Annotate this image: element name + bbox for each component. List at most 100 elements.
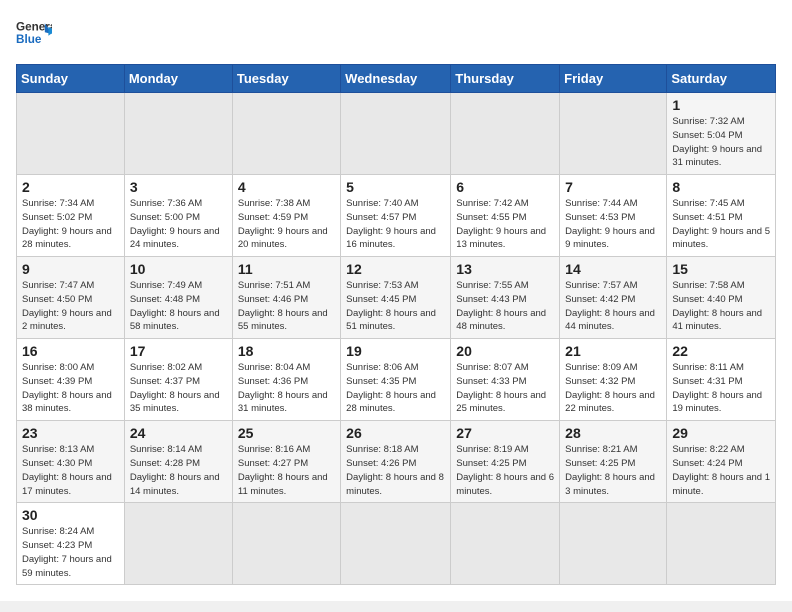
day-info: Sunrise: 8:00 AM Sunset: 4:39 PM Dayligh… [22,361,119,416]
day-info: Sunrise: 7:45 AM Sunset: 4:51 PM Dayligh… [672,197,770,252]
day-info: Sunrise: 8:06 AM Sunset: 4:35 PM Dayligh… [346,361,445,416]
day-info: Sunrise: 8:24 AM Sunset: 4:23 PM Dayligh… [22,525,119,580]
day-number: 14 [565,261,661,277]
day-number: 5 [346,179,445,195]
calendar-cell: 26 Sunrise: 8:18 AM Sunset: 4:26 PM Dayli… [341,421,451,503]
day-info: Sunrise: 7:47 AM Sunset: 4:50 PM Dayligh… [22,279,119,334]
day-info: Sunrise: 8:21 AM Sunset: 4:25 PM Dayligh… [565,443,661,498]
calendar-cell: 4 Sunrise: 7:38 AM Sunset: 4:59 PM Daylig… [232,175,340,257]
day-number: 9 [22,261,119,277]
day-number: 7 [565,179,661,195]
day-number: 12 [346,261,445,277]
day-number: 17 [130,343,227,359]
day-number: 18 [238,343,335,359]
day-number: 24 [130,425,227,441]
calendar-table: SundayMondayTuesdayWednesdayThursdayFrid… [16,64,776,585]
calendar-cell: 2Sunrise: 7:34 AM Sunset: 5:02 PM Daylig… [17,175,125,257]
weekday-header-wednesday: Wednesday [341,65,451,93]
day-number: 4 [238,179,335,195]
day-number: 10 [130,261,227,277]
day-info: Sunrise: 7:42 AM Sunset: 4:55 PM Dayligh… [456,197,554,252]
calendar-cell: 22 Sunrise: 8:11 AM Sunset: 4:31 PM Dayli… [667,339,776,421]
day-info: Sunrise: 8:14 AM Sunset: 4:28 PM Dayligh… [130,443,227,498]
calendar-cell: 24 Sunrise: 8:14 AM Sunset: 4:28 PM Dayli… [124,421,232,503]
day-number: 25 [238,425,335,441]
day-number: 21 [565,343,661,359]
page: General Blue SundayMondayTuesdayWednesda… [0,0,792,601]
logo: General Blue [16,16,52,52]
calendar-cell [451,93,560,175]
calendar-cell: 6 Sunrise: 7:42 AM Sunset: 4:55 PM Daylig… [451,175,560,257]
day-info: Sunrise: 8:04 AM Sunset: 4:36 PM Dayligh… [238,361,335,416]
day-number: 6 [456,179,554,195]
calendar-cell [451,503,560,585]
calendar-cell: 28 Sunrise: 8:21 AM Sunset: 4:25 PM Dayli… [560,421,667,503]
calendar-cell [667,503,776,585]
day-info: Sunrise: 8:18 AM Sunset: 4:26 PM Dayligh… [346,443,445,498]
calendar-cell: 3 Sunrise: 7:36 AM Sunset: 5:00 PM Daylig… [124,175,232,257]
calendar-cell: 14Sunrise: 7:57 AM Sunset: 4:42 PM Dayli… [560,257,667,339]
day-info: Sunrise: 7:53 AM Sunset: 4:45 PM Dayligh… [346,279,445,334]
calendar-cell [341,503,451,585]
header: General Blue [16,16,776,52]
weekday-header-friday: Friday [560,65,667,93]
calendar-cell [124,93,232,175]
day-number: 28 [565,425,661,441]
calendar-cell: 7 Sunrise: 7:44 AM Sunset: 4:53 PM Daylig… [560,175,667,257]
calendar-cell: 23Sunrise: 8:13 AM Sunset: 4:30 PM Dayli… [17,421,125,503]
weekday-header-thursday: Thursday [451,65,560,93]
calendar-cell [232,503,340,585]
day-number: 1 [672,97,770,113]
day-number: 23 [22,425,119,441]
day-number: 16 [22,343,119,359]
weekday-header-sunday: Sunday [17,65,125,93]
day-info: Sunrise: 7:36 AM Sunset: 5:00 PM Dayligh… [130,197,227,252]
day-number: 13 [456,261,554,277]
day-info: Sunrise: 7:38 AM Sunset: 4:59 PM Dayligh… [238,197,335,252]
calendar-cell: 20 Sunrise: 8:07 AM Sunset: 4:33 PM Dayli… [451,339,560,421]
calendar-cell [124,503,232,585]
calendar-cell: 18 Sunrise: 8:04 AM Sunset: 4:36 PM Dayli… [232,339,340,421]
generalblue-logo-icon: General Blue [16,16,52,52]
weekday-header-tuesday: Tuesday [232,65,340,93]
calendar-cell: 15Sunrise: 7:58 AM Sunset: 4:40 PM Dayli… [667,257,776,339]
calendar-cell: 1 Sunrise: 7:32 AM Sunset: 5:04 PM Daylig… [667,93,776,175]
day-number: 20 [456,343,554,359]
calendar-cell: 29 Sunrise: 8:22 AM Sunset: 4:24 PM Dayli… [667,421,776,503]
calendar-cell [341,93,451,175]
day-info: Sunrise: 8:11 AM Sunset: 4:31 PM Dayligh… [672,361,770,416]
calendar-cell [17,93,125,175]
day-info: Sunrise: 8:02 AM Sunset: 4:37 PM Dayligh… [130,361,227,416]
day-info: Sunrise: 8:22 AM Sunset: 4:24 PM Dayligh… [672,443,770,498]
day-info: Sunrise: 8:19 AM Sunset: 4:25 PM Dayligh… [456,443,554,498]
calendar-cell: 19 Sunrise: 8:06 AM Sunset: 4:35 PM Dayli… [341,339,451,421]
day-number: 11 [238,261,335,277]
calendar-cell: 27 Sunrise: 8:19 AM Sunset: 4:25 PM Dayli… [451,421,560,503]
day-info: Sunrise: 7:44 AM Sunset: 4:53 PM Dayligh… [565,197,661,252]
day-info: Sunrise: 7:55 AM Sunset: 4:43 PM Dayligh… [456,279,554,334]
svg-text:Blue: Blue [16,33,42,46]
day-info: Sunrise: 8:07 AM Sunset: 4:33 PM Dayligh… [456,361,554,416]
day-number: 26 [346,425,445,441]
day-number: 3 [130,179,227,195]
day-info: Sunrise: 7:32 AM Sunset: 5:04 PM Dayligh… [672,115,770,170]
day-number: 27 [456,425,554,441]
calendar-cell [560,503,667,585]
weekday-header-monday: Monday [124,65,232,93]
day-info: Sunrise: 8:09 AM Sunset: 4:32 PM Dayligh… [565,361,661,416]
day-number: 22 [672,343,770,359]
day-number: 19 [346,343,445,359]
day-info: Sunrise: 7:40 AM Sunset: 4:57 PM Dayligh… [346,197,445,252]
weekday-header-saturday: Saturday [667,65,776,93]
calendar-cell: 16 Sunrise: 8:00 AM Sunset: 4:39 PM Dayli… [17,339,125,421]
calendar-cell: 12 Sunrise: 7:53 AM Sunset: 4:45 PM Dayli… [341,257,451,339]
day-number: 2 [22,179,119,195]
day-number: 29 [672,425,770,441]
day-number: 30 [22,507,119,523]
day-info: Sunrise: 7:51 AM Sunset: 4:46 PM Dayligh… [238,279,335,334]
calendar-cell [560,93,667,175]
calendar-cell: 13 Sunrise: 7:55 AM Sunset: 4:43 PM Dayli… [451,257,560,339]
day-number: 15 [672,261,770,277]
calendar-cell [232,93,340,175]
calendar-cell: 11 Sunrise: 7:51 AM Sunset: 4:46 PM Dayli… [232,257,340,339]
